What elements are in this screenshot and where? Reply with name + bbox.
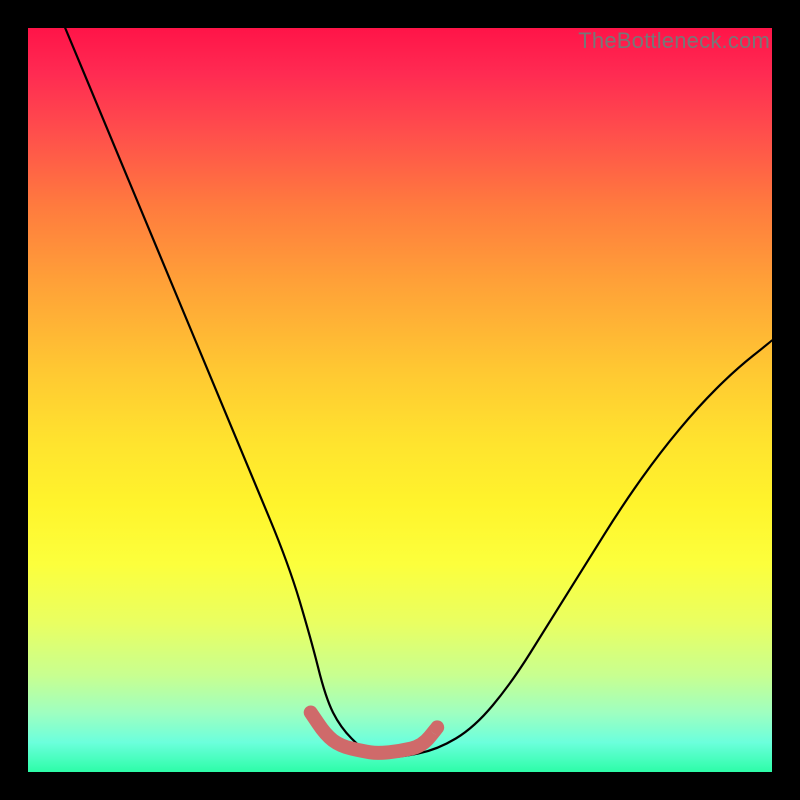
chart-frame: TheBottleneck.com	[0, 0, 800, 800]
optimal-zone-highlight	[311, 713, 438, 753]
plot-area	[28, 28, 772, 772]
watermark-text: TheBottleneck.com	[578, 28, 770, 54]
bottleneck-curve	[65, 28, 772, 757]
chart-svg	[28, 28, 772, 772]
